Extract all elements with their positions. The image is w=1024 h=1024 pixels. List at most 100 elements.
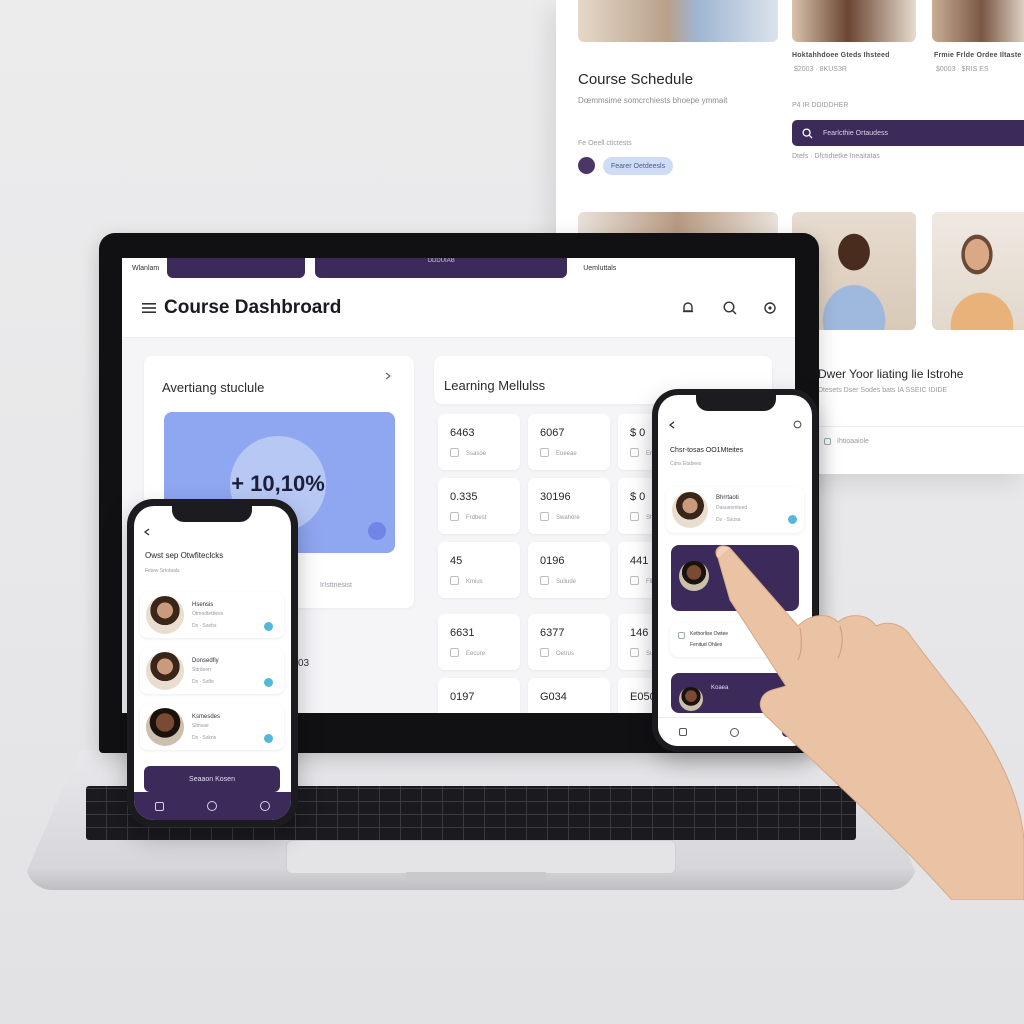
left-phone: Owst sep Otwfiteclcks Feiew Srtotaals Hs… [127, 499, 298, 827]
list-item-name: Hsensis [192, 602, 214, 608]
phone-title: Chsr-tosas OO1Mteites [670, 447, 744, 454]
user-avatar[interactable] [578, 157, 595, 174]
photo-caption-1: Hoktahhdoee Gteds Ihsteed [792, 52, 890, 59]
module-value: 6067 [540, 427, 565, 439]
search-bar[interactable]: Fearlcthie Ortaudess [792, 120, 1024, 146]
status-badge [264, 678, 273, 687]
course-photo-3[interactable] [932, 0, 1024, 42]
topbar-text-1: Wlanlam [132, 264, 160, 272]
module-icon [540, 576, 549, 585]
list-item[interactable]: Ksmesdes Sltnsae Ds · Sskns [140, 704, 284, 750]
page-title: Course Schedule [578, 71, 694, 88]
list-item[interactable]: Donsedfiy Sttrdeen Ds · Sstfe [140, 648, 284, 694]
progress-value: + 10,10% [231, 471, 325, 496]
dashboard-header: Course Dashbroard [122, 278, 795, 338]
chevron-right-icon[interactable] [384, 372, 392, 380]
pointing-hand [715, 545, 1024, 900]
modules-card-title: Learning Mellulss [444, 378, 546, 393]
module-icon [450, 448, 459, 457]
home-icon[interactable] [679, 728, 688, 736]
list-item-sub: Sltnsae [192, 723, 209, 729]
module-tile[interactable]: 0196 Suliude [528, 542, 610, 598]
module-value: 6631 [450, 627, 475, 639]
laptop-lip [406, 872, 546, 882]
module-label: Suliude [556, 579, 577, 585]
filter-label: Fe Oeell ctictests [578, 140, 632, 147]
instructor-photo-2[interactable] [932, 212, 1024, 330]
bell-icon[interactable] [680, 300, 696, 316]
module-value: 0197 [450, 691, 475, 703]
list-item[interactable]: Hsensis Otmndtetbess Ds · Ssebs [140, 592, 284, 638]
avatar [146, 708, 184, 746]
home-icon[interactable] [155, 801, 165, 811]
course-photo-2[interactable] [792, 0, 916, 42]
module-tile[interactable]: 30196 Swahore [528, 478, 610, 534]
module-icon [450, 576, 459, 585]
module-tile[interactable]: 6377 Oetrus [528, 614, 610, 670]
search-meta: Dtefs · Dfctidtetke Ineaitatas [792, 153, 880, 160]
module-label: Eueeae [556, 451, 577, 457]
module-tile[interactable]: 45 Kmius [438, 542, 520, 598]
avatar [146, 652, 184, 690]
phone-notch [696, 395, 776, 411]
module-value: $ 0 [630, 491, 646, 503]
list-item-meta: Ds · Ssusa [716, 517, 741, 523]
avatar [672, 492, 708, 528]
progress-action-button[interactable] [368, 522, 386, 540]
settings-icon[interactable] [793, 420, 802, 429]
module-icon [540, 648, 549, 657]
back-icon[interactable] [143, 528, 151, 536]
browser-topbar: Wlanlam DDDUIAB Uemluttals [122, 258, 795, 278]
trackpad[interactable] [286, 840, 676, 874]
photo-meta-1: $2003 · 8KUS3R [794, 66, 847, 73]
compass-icon[interactable] [206, 801, 217, 811]
module-value: 146 [630, 627, 649, 639]
bottom-heading: Dwer Yoor liating lie Istrohe [818, 367, 964, 381]
settings-icon[interactable] [762, 300, 778, 316]
module-label: Frdbest [466, 515, 487, 521]
filter-pill[interactable]: Fearer Oetdeesls [603, 157, 674, 175]
course-photo-1[interactable] [578, 0, 778, 42]
module-value: 0196 [540, 555, 565, 567]
menu-icon[interactable] [142, 302, 156, 314]
back-icon[interactable] [668, 421, 676, 429]
list-item-meta: Ds · Sskns [192, 735, 217, 741]
schedule-card-title: Avertiang stuclule [162, 380, 265, 395]
profile-icon[interactable] [259, 801, 270, 811]
module-label: Eecure [466, 651, 486, 657]
list-item-meta: Ds · Sstfe [192, 679, 214, 685]
module-label: Ssasoe [466, 451, 487, 457]
search-lesson-button[interactable]: Seaaon Kosen [144, 766, 280, 792]
module-tile[interactable]: 0197 [438, 678, 520, 713]
list-item-name: Donsedfiy [192, 658, 219, 664]
list-item-sub: Sttrdeen [192, 667, 211, 673]
footer-row[interactable]: Ihtioaaiole [810, 426, 1024, 456]
bottom-meta: Dtesets Dser Sodes bats IA SSEIC IDIDE [818, 387, 948, 394]
list-item[interactable]: Bhrrtaoti Dasueemteed Ds · Ssusa [666, 487, 804, 533]
module-tile[interactable]: 6631 Eecure [438, 614, 520, 670]
side-value: 03 [298, 658, 310, 669]
module-value: $ 0 [630, 427, 646, 439]
module-value: G034 [540, 691, 567, 703]
module-value: 441 [630, 555, 649, 567]
search-icon [802, 127, 813, 139]
search-icon[interactable] [722, 300, 738, 316]
topbar-tab-2[interactable]: DDDUIAB [315, 258, 568, 278]
topbar-text-3: Uemluttals [583, 264, 617, 272]
left-phone-screen: Owst sep Otwfiteclcks Feiew Srtotaals Hs… [134, 506, 291, 820]
status-badge [264, 622, 273, 631]
module-tile[interactable]: 6463 Ssasoe [438, 414, 520, 470]
module-label: Oetrus [556, 651, 575, 657]
phone-subtitle: Feiew Srtotaals [145, 568, 180, 574]
module-tile[interactable]: G034 [528, 678, 610, 713]
status-badge [788, 515, 797, 524]
module-tile[interactable]: 0.335 Frdbest [438, 478, 520, 534]
topbar-tab-1[interactable] [167, 258, 306, 278]
module-icon [630, 648, 639, 657]
module-icon [630, 448, 639, 457]
module-label: Kmius [466, 579, 483, 585]
module-tile[interactable]: 6067 Eueeae [528, 414, 610, 470]
photo-meta-2: $0003 · $RIS ES [936, 66, 989, 73]
search-input[interactable]: Fearlcthie Ortaudess [823, 130, 888, 137]
list-item-meta: Ds · Ssebs [192, 623, 217, 629]
